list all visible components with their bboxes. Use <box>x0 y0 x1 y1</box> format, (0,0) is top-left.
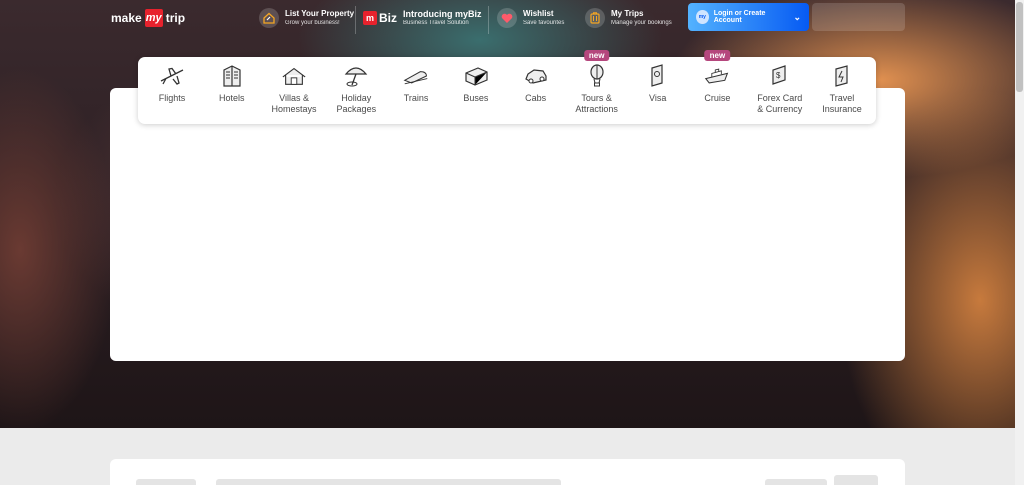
nav-label: Cruise <box>704 93 731 103</box>
train-icon <box>403 64 429 88</box>
wishlist-link[interactable]: Wishlist Save favourites <box>497 6 564 30</box>
nav-item-holiday-packages[interactable]: Holiday Packages <box>336 57 376 124</box>
passport-icon <box>645 64 671 88</box>
nav-item-cabs[interactable]: Cabs <box>516 57 556 124</box>
wishlist-subtitle: Save favourites <box>523 20 565 26</box>
new-badge: new <box>583 50 610 61</box>
nav-label: Buses <box>463 93 489 103</box>
nav-item-tours[interactable]: new Tours & Attractions <box>575 50 618 124</box>
product-nav: Flights Hotels Villas & Homestays Holida… <box>138 50 876 124</box>
holiday-icon <box>343 64 369 88</box>
nav-label: Villas & Homestays <box>271 93 317 114</box>
mybiz-logo: m Biz <box>363 11 397 25</box>
scrollbar-thumb[interactable] <box>1016 2 1023 92</box>
logo-text-right: trip <box>165 11 186 25</box>
svg-text:$: $ <box>776 71 781 80</box>
booking-widget <box>110 88 905 361</box>
my-trips-link[interactable]: My Trips Manage your bookings <box>585 6 672 30</box>
nav-item-cruise[interactable]: new Cruise <box>697 50 737 124</box>
list-property-title: List Your Property <box>285 9 355 18</box>
logo[interactable]: make my trip <box>111 9 185 27</box>
nav-label: Trains <box>403 93 429 103</box>
nav-label: Forex Card & Currency <box>757 93 803 114</box>
suitcase-icon <box>585 8 605 28</box>
flight-icon <box>159 64 185 88</box>
placeholder-block <box>136 479 196 485</box>
nav-label: Hotels <box>219 93 245 103</box>
placeholder-block <box>834 475 878 485</box>
login-label: Login or Create Account <box>713 10 766 24</box>
placeholder-block <box>765 479 827 485</box>
cruise-icon <box>704 64 730 88</box>
my-trips-subtitle: Manage your bookings <box>611 20 672 26</box>
heart-icon <box>497 8 517 28</box>
list-property-subtitle: Grow your business! <box>285 20 340 26</box>
logo-text-left: make <box>111 11 142 25</box>
nav-label: Flights <box>158 93 186 103</box>
mybiz-title: Introducing myBiz <box>403 9 482 19</box>
mybiz-link[interactable]: m Biz Introducing myBiz Business Travel … <box>363 6 482 30</box>
logo-mark: my <box>144 9 163 27</box>
placeholder-block <box>216 479 561 485</box>
chevron-down-icon: ⌄ <box>793 11 801 22</box>
new-badge: new <box>704 50 731 61</box>
header-divider <box>355 6 356 34</box>
nav-item-trains[interactable]: Trains <box>396 57 436 124</box>
list-property-link[interactable]: List Your Property Grow your business! <box>259 6 354 30</box>
bus-icon <box>463 64 489 88</box>
nav-label: Visa <box>648 93 667 103</box>
header-divider <box>488 6 489 34</box>
login-badge-icon: my <box>696 10 709 24</box>
insurance-icon <box>829 64 855 88</box>
balloon-icon <box>584 64 610 88</box>
mybiz-badge-text: Biz <box>379 11 397 25</box>
page-scrollbar[interactable] <box>1015 0 1024 485</box>
forex-icon: $ <box>767 64 793 88</box>
nav-item-hotels[interactable]: Hotels <box>212 57 252 124</box>
hotel-icon <box>219 64 245 88</box>
nav-item-flights[interactable]: Flights <box>152 57 192 124</box>
nav-label: Tours & Attractions <box>575 93 618 114</box>
nav-label: Holiday Packages <box>336 93 377 114</box>
mybiz-mark-icon: m <box>363 11 377 25</box>
login-button[interactable]: my Login or Create Account ⌄ <box>688 3 809 31</box>
header-placeholder <box>812 3 905 31</box>
nav-label: Travel Insurance <box>822 93 862 114</box>
villa-icon <box>281 64 307 88</box>
nav-item-visa[interactable]: Visa <box>638 57 678 124</box>
nav-item-forex[interactable]: $ Forex Card & Currency <box>757 57 802 124</box>
nav-item-insurance[interactable]: Travel Insurance <box>822 57 862 124</box>
mybiz-subtitle: Business Travel Solution <box>403 20 469 26</box>
offers-section <box>110 459 905 485</box>
nav-item-buses[interactable]: Buses <box>456 57 496 124</box>
my-trips-title: My Trips <box>611 9 644 18</box>
wishlist-title: Wishlist <box>523 9 554 18</box>
nav-item-villas[interactable]: Villas & Homestays <box>272 57 317 124</box>
property-icon <box>259 8 279 28</box>
cab-icon <box>523 64 549 88</box>
nav-label: Cabs <box>525 93 547 103</box>
